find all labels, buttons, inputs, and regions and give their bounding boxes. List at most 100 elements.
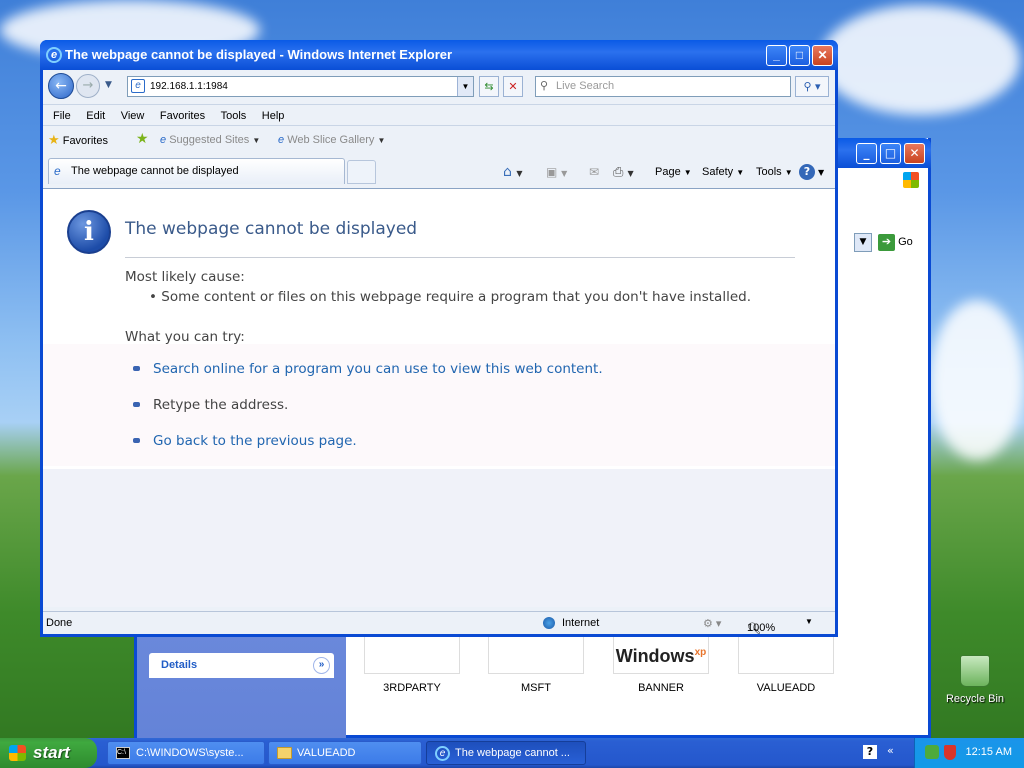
web-slice-gallery-button[interactable]: e Web Slice Gallery ▼ xyxy=(278,134,385,146)
chevron-down-icon: ▼ xyxy=(377,136,386,145)
ie-titlebar[interactable]: e The webpage cannot be displayed - Wind… xyxy=(40,40,838,70)
maximize-button[interactable]: □ xyxy=(789,45,810,66)
menu-view[interactable]: View xyxy=(121,110,145,122)
details-panel-header[interactable]: Details » xyxy=(149,653,334,678)
new-tab-button[interactable] xyxy=(347,160,376,184)
info-icon: i xyxy=(67,210,111,254)
window-title: The webpage cannot be displayed - Window… xyxy=(65,47,453,62)
wallpaper-cloud xyxy=(820,5,1020,115)
taskbar-item-label: The webpage cannot ... xyxy=(455,747,570,759)
search-input[interactable]: ⚲ Live Search xyxy=(535,76,791,97)
clock[interactable]: 12:15 AM xyxy=(966,746,1012,758)
tools-menu-button[interactable]: Tools ▼ xyxy=(756,166,793,178)
tab-title: The webpage cannot be displayed xyxy=(71,165,239,177)
search-placeholder: Live Search xyxy=(556,80,615,92)
stop-icon: ✕ xyxy=(508,80,518,93)
address-dropdown-icon[interactable]: ▼ xyxy=(457,77,473,96)
ie-window[interactable]: e The webpage cannot be displayed - Wind… xyxy=(40,40,838,637)
suggested-sites-label: Suggested Sites xyxy=(169,134,250,146)
address-bar[interactable]: e 192.168.1.1:1984 ▼ xyxy=(127,76,474,97)
tools-menu-label: Tools xyxy=(756,166,782,178)
recent-pages-dropdown-icon[interactable]: ▼ xyxy=(105,80,112,90)
zone-text: Internet xyxy=(562,617,600,629)
maximize-button[interactable]: □ xyxy=(880,143,901,164)
mail-icon[interactable]: ✉ xyxy=(589,165,599,179)
go-back-link[interactable]: Go back to the previous page. xyxy=(153,433,357,449)
help-icon[interactable]: ? xyxy=(799,164,815,180)
page-menu-button[interactable]: Page ▼ xyxy=(655,166,692,178)
zoom-dropdown-icon[interactable]: ▼ xyxy=(805,617,813,626)
bullet-icon xyxy=(133,366,140,371)
menu-tools[interactable]: Tools xyxy=(221,110,247,122)
favorites-button[interactable]: ★ Favorites xyxy=(48,132,108,148)
page-menu-label: Page xyxy=(655,166,681,178)
recycle-bin-shortcut[interactable]: Recycle Bin xyxy=(940,655,1010,705)
back-button[interactable]: ← xyxy=(48,73,74,99)
cause-item-text: Some content or files on this webpage re… xyxy=(161,289,752,305)
try-heading: What you can try: xyxy=(125,329,245,345)
print-icon[interactable]: ⎙ ▼ xyxy=(613,165,634,180)
menu-bar: File Edit View Favorites Tools Help xyxy=(43,104,835,126)
taskbar-item-ie[interactable]: e The webpage cannot ... xyxy=(426,741,586,765)
network-icon[interactable] xyxy=(925,745,939,759)
safety-menu-label: Safety xyxy=(702,166,734,178)
file-label: MSFT xyxy=(521,682,551,694)
taskbar-item-label: C:\WINDOWS\syste... xyxy=(136,747,244,759)
taskbar-item-valueadd[interactable]: VALUEADD xyxy=(268,741,422,765)
chevron-down-icon[interactable]: ▼ xyxy=(818,168,824,177)
security-shield-icon[interactable] xyxy=(944,745,956,760)
chevron-down-icon[interactable]: » xyxy=(313,657,330,674)
bullet-icon xyxy=(133,402,140,407)
stop-button[interactable]: ✕ xyxy=(503,76,523,97)
close-button[interactable]: ✕ xyxy=(904,143,925,164)
close-button[interactable]: ✕ xyxy=(812,45,833,66)
wallpaper-cloud xyxy=(930,300,1024,460)
search-icon: ⚲ ▾ xyxy=(803,80,821,93)
tab-current[interactable]: e The webpage cannot be displayed xyxy=(48,158,345,184)
go-label: Go xyxy=(898,236,913,248)
address-dropdown-arrow[interactable]: ▼ xyxy=(854,233,872,252)
go-button[interactable]: ➔ Go xyxy=(878,233,918,252)
start-label: start xyxy=(33,743,70,762)
ie-page-icon: e xyxy=(278,134,285,146)
add-favorite-icon[interactable]: ★ xyxy=(136,131,149,147)
suggested-sites-button[interactable]: e Suggested Sites ▼ xyxy=(160,134,260,146)
search-provider-icon: ⚲ xyxy=(540,80,549,92)
menu-help[interactable]: Help xyxy=(262,110,285,122)
page-icon: e xyxy=(131,79,145,93)
start-button[interactable]: start xyxy=(0,738,97,768)
tray-expand-icon[interactable]: « xyxy=(887,744,894,757)
ie-logo-icon: e xyxy=(46,47,62,63)
web-slice-gallery-label: Web Slice Gallery xyxy=(287,134,375,146)
protected-mode-icon[interactable]: ⚙ ▾ xyxy=(703,617,721,630)
home-icon[interactable]: ⌂ ▼ xyxy=(503,164,523,180)
windows-logo-icon xyxy=(9,745,26,761)
minimize-button[interactable]: _ xyxy=(856,143,877,164)
ie-logo-icon: e xyxy=(435,746,450,761)
cmd-icon: C:\ xyxy=(116,747,130,759)
divider xyxy=(125,257,795,258)
search-online-link[interactable]: Search online for a program you can use … xyxy=(153,361,603,377)
safety-menu-button[interactable]: Safety ▼ xyxy=(702,166,744,178)
folder-icon xyxy=(277,747,292,759)
go-arrow-icon: ➔ xyxy=(878,234,895,251)
menu-favorites[interactable]: Favorites xyxy=(160,110,205,122)
menu-file[interactable]: File xyxy=(53,110,71,122)
file-label: BANNER xyxy=(638,682,684,694)
taskbar-item-cmd[interactable]: C:\ C:\WINDOWS\syste... xyxy=(107,741,265,765)
menu-edit[interactable]: Edit xyxy=(86,110,105,122)
refresh-icon: ⇆ xyxy=(484,80,494,93)
forward-arrow-icon: → xyxy=(82,78,94,93)
details-label: Details xyxy=(161,659,198,671)
bullet-icon xyxy=(133,438,140,443)
cause-heading: Most likely cause: xyxy=(125,269,245,285)
search-button[interactable]: ⚲ ▾ xyxy=(795,76,829,97)
minimize-button[interactable]: _ xyxy=(766,45,787,66)
feeds-icon[interactable]: ▣ ▼ xyxy=(546,165,567,179)
page-lower-area xyxy=(43,469,835,607)
recycle-bin-icon xyxy=(960,655,990,687)
forward-button[interactable]: → xyxy=(76,74,100,98)
status-bar: Done Internet ⚙ ▾ 🔍︎ 100% ▼ xyxy=(43,611,835,635)
help-tray-icon[interactable]: ? xyxy=(863,745,877,759)
refresh-button[interactable]: ⇆ xyxy=(479,76,499,97)
